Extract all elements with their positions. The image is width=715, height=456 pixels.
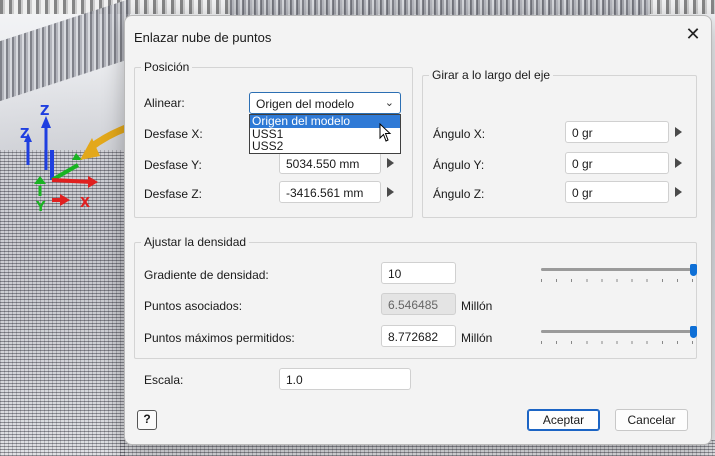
density-gradient-label: Gradiente de densidad: bbox=[144, 268, 269, 282]
associated-points-unit: Millón bbox=[461, 299, 493, 313]
density-gradient-input[interactable]: 10 bbox=[381, 262, 456, 284]
point-cloud-beam bbox=[230, 0, 650, 15]
align-option-uss2[interactable]: USS2 bbox=[250, 140, 400, 153]
slider-ticks bbox=[541, 341, 693, 344]
chevron-down-icon: ⌄ bbox=[384, 97, 394, 109]
mouse-cursor-icon bbox=[379, 123, 392, 142]
offset-y-pick-icon[interactable] bbox=[382, 152, 398, 174]
slider-fill bbox=[541, 268, 693, 271]
slider-thumb[interactable] bbox=[690, 326, 697, 338]
angle-y-input[interactable]: 0 gr bbox=[565, 152, 669, 174]
scale-input[interactable]: 1.0 bbox=[279, 368, 411, 390]
max-points-slider[interactable] bbox=[541, 326, 697, 346]
align-selected-value: Origen del modelo bbox=[256, 97, 355, 111]
cancel-button[interactable]: Cancelar bbox=[615, 409, 688, 431]
angle-z-pick-icon[interactable] bbox=[670, 181, 686, 203]
offset-y-input[interactable]: 5034.550 mm bbox=[279, 152, 381, 174]
angle-y-label: Ángulo Y: bbox=[433, 158, 485, 172]
offset-z-pick-icon[interactable] bbox=[382, 181, 398, 203]
dialog-title: Enlazar nube de puntos bbox=[134, 30, 272, 45]
max-points-label: Puntos máximos permitidos: bbox=[144, 331, 295, 345]
close-icon[interactable]: ✕ bbox=[685, 25, 701, 43]
help-icon[interactable]: ? bbox=[137, 410, 157, 430]
angle-x-label: Ángulo X: bbox=[433, 127, 486, 141]
associated-points-label: Puntos asociados: bbox=[144, 299, 243, 313]
axis-y-label: Y bbox=[36, 200, 46, 215]
axis-z-label: Z bbox=[40, 104, 50, 119]
slider-ticks bbox=[541, 279, 693, 282]
density-gradient-slider[interactable] bbox=[541, 264, 697, 284]
align-label: Alinear: bbox=[144, 96, 185, 110]
angle-z-label: Ángulo Z: bbox=[433, 187, 485, 201]
position-group-title: Posición bbox=[141, 60, 193, 74]
attach-point-cloud-dialog: Enlazar nube de puntos ✕ Posición Alinea… bbox=[124, 15, 712, 445]
offset-x-label: Desfase X: bbox=[144, 127, 203, 141]
ucs-gizmo-graphic bbox=[24, 113, 246, 206]
accept-button[interactable]: Aceptar bbox=[527, 409, 600, 431]
density-group-title: Ajustar la densidad bbox=[141, 235, 250, 249]
ucs-gizmo: Z Z Y X bbox=[0, 0, 246, 230]
angle-z-input[interactable]: 0 gr bbox=[565, 181, 669, 203]
slider-fill bbox=[541, 330, 693, 333]
offset-z-label: Desfase Z: bbox=[144, 187, 203, 201]
align-dropdown[interactable]: Origen del modelo ⌄ bbox=[249, 92, 401, 114]
angle-x-pick-icon[interactable] bbox=[670, 121, 686, 143]
rotate-group-title: Girar a lo largo del eje bbox=[429, 68, 554, 82]
align-option-model-origin[interactable]: Origen del modelo bbox=[250, 115, 400, 128]
max-points-input[interactable]: 8.772682 bbox=[381, 325, 456, 347]
scale-label: Escala: bbox=[144, 373, 184, 387]
max-points-unit: Millón bbox=[461, 331, 493, 345]
slider-thumb[interactable] bbox=[690, 264, 697, 276]
angle-x-input[interactable]: 0 gr bbox=[565, 121, 669, 143]
associated-points-value: 6.546485 bbox=[381, 293, 456, 315]
offset-z-input[interactable]: -3416.561 mm bbox=[279, 181, 381, 203]
axis-z-label: Z bbox=[20, 127, 30, 142]
offset-y-label: Desfase Y: bbox=[144, 158, 202, 172]
angle-y-pick-icon[interactable] bbox=[670, 152, 686, 174]
axis-x-label: X bbox=[80, 196, 91, 211]
